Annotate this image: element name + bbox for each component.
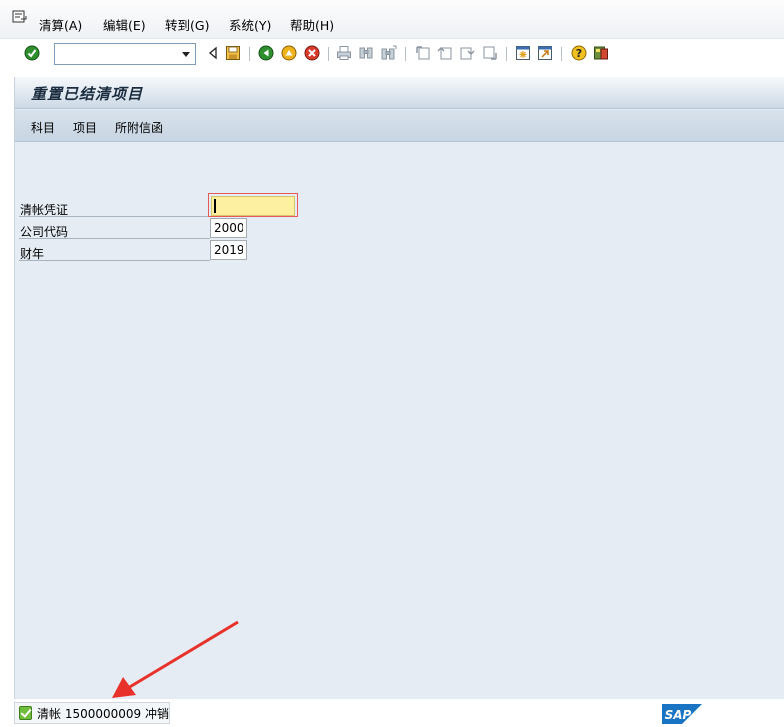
company-code-label: 公司代码: [19, 220, 210, 239]
application-toolbar: 科目 项目 所附信函: [15, 110, 784, 142]
help-icon[interactable]: ?: [571, 45, 587, 61]
exit-icon[interactable]: [281, 45, 297, 61]
command-field[interactable]: [54, 43, 196, 65]
back-triangle-icon[interactable]: [205, 45, 221, 61]
app-button-attached-letters[interactable]: 所附信函: [115, 119, 163, 136]
status-message[interactable]: 清帐 1500000009 冲销: [14, 702, 170, 724]
shortcut-icon[interactable]: [537, 45, 553, 61]
find-next-icon[interactable]: [381, 45, 397, 61]
svg-text:?: ?: [576, 47, 582, 60]
fiscal-year-field[interactable]: [210, 240, 247, 260]
save-icon[interactable]: [225, 45, 241, 61]
svg-text:SAP: SAP: [665, 708, 692, 722]
toolbar-separator: [328, 47, 329, 61]
create-session-icon[interactable]: [515, 45, 531, 61]
print-icon[interactable]: [336, 45, 352, 61]
work-area: 重置已结清项目 科目 项目 所附信函 清帐凭证 公司代码 财年: [14, 77, 784, 699]
command-input[interactable]: [55, 44, 175, 64]
last-page-icon[interactable]: [482, 45, 498, 61]
cancel-icon[interactable]: [304, 45, 320, 61]
sap-logo: SAP: [662, 704, 702, 724]
app-button-items[interactable]: 项目: [73, 119, 97, 136]
menu-item-system[interactable]: 系统(Y): [229, 15, 271, 34]
app-button-account[interactable]: 科目: [31, 119, 55, 136]
next-page-icon[interactable]: [459, 45, 475, 61]
toolbar-separator: [405, 47, 406, 61]
layout-menu-icon[interactable]: [593, 45, 609, 61]
text-cursor: [214, 199, 216, 213]
first-page-icon[interactable]: [415, 45, 431, 61]
back-icon[interactable]: [258, 45, 274, 61]
enter-icon[interactable]: [24, 45, 40, 61]
menu-item-clearing[interactable]: 清算(A): [39, 15, 82, 34]
status-bar: 清帐 1500000009 冲销 SAP: [0, 699, 784, 727]
chevron-down-icon[interactable]: [182, 52, 190, 57]
menu-item-help[interactable]: 帮助(H): [290, 15, 334, 34]
menu-window-icon[interactable]: [12, 10, 28, 24]
standard-toolbar: ?: [0, 38, 784, 68]
clearing-document-field[interactable]: [211, 196, 295, 216]
menu-item-goto[interactable]: 转到(G): [165, 15, 209, 34]
page-title: 重置已结清项目: [31, 85, 144, 103]
menu-item-edit[interactable]: 编辑(E): [103, 15, 146, 34]
menu-bar: 清算(A) 编辑(E) 转到(G) 系统(Y) 帮助(H): [0, 0, 784, 38]
find-icon[interactable]: [358, 45, 374, 61]
screen-title-bar: 重置已结清项目: [15, 77, 784, 109]
toolbar-separator: [506, 47, 507, 61]
toolbar-separator: [561, 47, 562, 61]
company-code-field[interactable]: [210, 218, 247, 238]
toolbar-separator: [249, 47, 250, 61]
clearing-document-label: 清帐凭证: [19, 198, 210, 217]
success-check-icon: [19, 706, 33, 720]
status-message-text: 清帐 1500000009 冲销: [37, 706, 169, 721]
previous-page-icon[interactable]: [437, 45, 453, 61]
fiscal-year-label: 财年: [19, 242, 210, 261]
